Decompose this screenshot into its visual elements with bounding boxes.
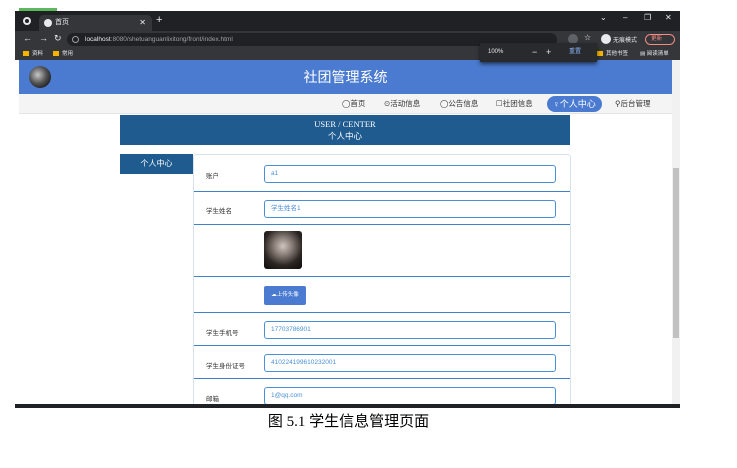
bookmark-label: 常用 — [62, 51, 74, 57]
browser-screenshot: 首页 ✕ + ⌄ – ❐ ✕ ← → ↻ localhost:8080/shet… — [15, 8, 680, 408]
site-info-icon[interactable] — [72, 36, 79, 43]
browser-tab[interactable]: 首页 ✕ — [39, 15, 152, 31]
bookmark-star-icon[interactable]: ☆ — [584, 33, 591, 42]
banner-title-en: USER / CENTER — [314, 119, 376, 129]
name-input[interactable]: 学生姓名1 — [264, 200, 556, 218]
banner-title-cn: 个人中心 — [327, 131, 362, 141]
name-label: 学生姓名 — [206, 208, 232, 215]
profile-form: 账户 a1 学生姓名 学生姓名1 ☁上传头像 学生手机号 17703786901… — [193, 154, 571, 404]
bottom-strip — [15, 404, 680, 408]
form-row-email: 邮箱 1@qq.com — [194, 379, 570, 404]
page-viewport: 社团管理系统 ◯首页 ⊙活动信息 ◯公告信息 ☐社团信息 ♀个人中心 ⚲后台管理… — [15, 60, 672, 404]
nav-home[interactable]: ◯首页 — [342, 94, 365, 114]
other-bookmarks[interactable]: 其他书签 — [597, 48, 628, 60]
form-row-phone: 学生手机号 17703786901 — [194, 313, 570, 346]
email-label: 邮箱 — [206, 396, 219, 403]
reload-icon[interactable]: ↻ — [54, 33, 62, 44]
phone-input[interactable]: 17703786901 — [264, 321, 556, 339]
back-icon[interactable]: ← — [23, 33, 32, 43]
folder-icon — [53, 51, 59, 56]
tab-list-icon[interactable]: ⌄ — [600, 13, 607, 22]
nav-user-center[interactable]: ♀个人中心 — [547, 96, 602, 112]
url-host: localhost — [85, 36, 111, 43]
incognito-label: 无痕模式 — [613, 38, 638, 44]
favicon-icon — [44, 19, 52, 27]
upload-avatar-button[interactable]: ☁上传头像 — [264, 286, 306, 305]
section-banner: USER / CENTER 个人中心 — [120, 115, 570, 145]
forward-icon[interactable]: → — [39, 33, 48, 43]
zoom-value: 100% — [488, 49, 504, 55]
nav-activities[interactable]: ⊙活动信息 — [384, 94, 420, 114]
zoom-out-button[interactable]: − — [532, 43, 537, 62]
scrollbar-thumb[interactable] — [673, 168, 679, 338]
incognito-icon — [601, 34, 611, 44]
figure-caption: 图 5.1 学生信息管理页面 — [267, 414, 430, 430]
idcard-input[interactable]: 410224199610232001 — [264, 354, 556, 372]
phone-label: 学生手机号 — [206, 330, 239, 337]
avatar-image — [264, 231, 302, 269]
reading-list-icon: ▤ — [640, 51, 647, 57]
bookmark-label: 其他书签 — [606, 51, 629, 57]
form-row-upload: ☁上传头像 — [194, 277, 570, 313]
account-label: 账户 — [206, 173, 219, 180]
zoom-reset-button[interactable]: 重置 — [569, 43, 581, 62]
nav-notices[interactable]: ◯公告信息 — [440, 94, 478, 114]
update-button[interactable]: 更新 — [645, 34, 675, 45]
tab-search-icon[interactable] — [23, 17, 31, 25]
url-path: :8080/shetuanguanlixitong/front/index.ht… — [110, 36, 233, 43]
form-row-name: 学生姓名 学生姓名1 — [194, 192, 570, 225]
tab-title: 首页 — [55, 19, 69, 26]
side-menu-user-center[interactable]: 个人中心 — [120, 154, 193, 174]
idcard-label: 学生身份证号 — [206, 363, 245, 370]
close-tab-icon[interactable]: ✕ — [139, 15, 146, 31]
form-row-idcard: 学生身份证号 410224199610232001 — [194, 346, 570, 379]
email-input[interactable]: 1@qq.com — [264, 387, 556, 404]
account-input[interactable]: a1 — [264, 165, 556, 183]
reading-list[interactable]: ▤ 阅读清单 — [640, 48, 669, 60]
bookmark-folder-changyong[interactable]: 常用 — [53, 48, 73, 60]
minimize-icon[interactable]: – — [623, 13, 627, 22]
new-tab-button[interactable]: + — [156, 14, 162, 26]
zoom-in-button[interactable]: + — [546, 43, 551, 62]
bookmark-label: 资料 — [32, 51, 44, 57]
tab-bar: 首页 ✕ + ⌄ – ❐ ✕ — [15, 11, 680, 31]
bookmark-label: 阅读清单 — [646, 51, 669, 57]
site-title: 社团管理系统 — [303, 69, 388, 85]
page-scrollbar[interactable] — [672, 60, 680, 404]
folder-icon — [23, 51, 29, 56]
nav-admin[interactable]: ⚲后台管理 — [615, 94, 651, 114]
maximize-icon[interactable]: ❐ — [644, 13, 651, 22]
form-row-avatar — [194, 225, 570, 277]
bookmark-folder-ziliao[interactable]: 资料 — [23, 48, 43, 60]
site-header: 社团管理系统 — [19, 60, 672, 94]
close-window-icon[interactable]: ✕ — [665, 13, 672, 22]
folder-icon — [597, 51, 603, 56]
zoom-popup: 100% − + 重置 — [480, 43, 597, 62]
site-nav: ◯首页 ⊙活动信息 ◯公告信息 ☐社团信息 ♀个人中心 ⚲后台管理 — [19, 94, 672, 114]
nav-clubs[interactable]: ☐社团信息 — [496, 94, 533, 114]
form-row-account: 账户 a1 — [194, 155, 570, 192]
